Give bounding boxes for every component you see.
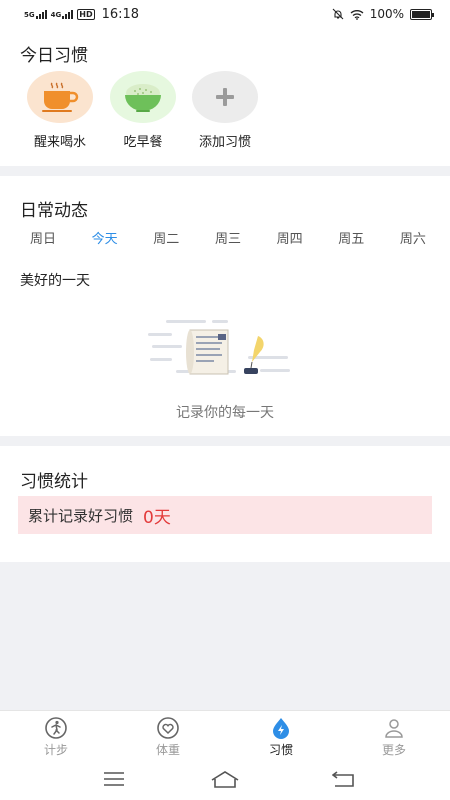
signal-4g: 4G [51,9,74,19]
habit-label: 添加习惯 [198,135,251,150]
cumulative-stat-banner: 累计记录好习惯 0天 [18,496,432,534]
day-tab-thu[interactable]: 周四 [265,228,315,247]
menu-icon[interactable] [103,770,125,788]
tab-weight[interactable]: 体重 [138,717,198,758]
day-tab-wed[interactable]: 周三 [203,228,253,247]
tab-habits[interactable]: 习惯 [251,717,311,758]
hd-badge: HD [77,8,95,20]
habit-item-drink-water[interactable]: 醒来喝水 [18,71,102,150]
today-habits-title: 今日习惯 [20,46,88,66]
day-tab-today[interactable]: 今天 [80,228,130,247]
network-4g-label: 4G [50,11,62,19]
signal-bars-icon [35,9,47,19]
battery-icon [410,8,434,20]
user-icon [385,719,403,738]
tab-steps[interactable]: 计步 [26,717,86,758]
add-habit-button[interactable]: 添加习惯 [183,71,267,150]
habit-icon-circle [110,71,176,123]
habit-item-breakfast[interactable]: 吃早餐 [101,71,185,150]
rice-bowl-icon [125,84,161,112]
empty-state-text: 记录你的每一天 [176,405,274,421]
back-icon[interactable] [332,770,354,788]
week-selector: 周日 今天 周二 周三 周四 周五 周六 [18,228,438,247]
empty-scroll-illustration [148,320,290,375]
heart-icon [157,717,179,739]
habit-icon-circle [27,71,93,123]
tab-label: 计步 [43,743,68,757]
coffee-cup-icon [42,82,79,112]
plus-icon [216,88,234,106]
clock: 16:18 [101,6,140,22]
status-left: 5G 4G HD 16:18 [24,7,139,22]
home-icon[interactable] [210,770,240,788]
habit-label: 吃早餐 [123,135,163,150]
walking-icon [45,717,67,739]
habit-label: 醒来喝水 [33,135,86,150]
network-5g-label: 5G [24,11,35,19]
signal-bars-icon [62,9,74,19]
habit-stats-title: 习惯统计 [20,472,88,492]
signal-5g: 5G [24,9,47,19]
mute-icon [332,8,344,20]
cumulative-stat-value: 0天 [143,507,171,528]
tab-label: 更多 [381,743,406,757]
status-right: 100% [332,7,434,21]
day-tab-fri[interactable]: 周五 [326,228,376,247]
daily-activity-title: 日常动态 [20,201,88,221]
tab-label: 体重 [155,743,180,757]
battery-percent: 100% [369,7,404,21]
day-tab-tue[interactable]: 周二 [141,228,191,247]
day-tab-sun[interactable]: 周日 [18,228,68,247]
status-bar: 5G 4G HD 16:18 100% [0,0,450,28]
drop-bolt-icon [273,718,289,739]
habit-icon-circle [192,71,258,123]
daily-activity-card: 日常动态 周日 今天 周二 周三 周四 周五 周六 美好的一天 记录你的每一天 [0,176,450,436]
cumulative-stat-label: 累计记录好习惯 [28,506,134,525]
wifi-icon [350,9,364,20]
feed-subtitle: 美好的一天 [20,273,90,289]
bottom-tab-bar: 计步 体重 习惯 更多 [0,710,450,760]
system-nav-bar [0,760,450,800]
tab-label: 习惯 [268,743,293,757]
day-tab-sat[interactable]: 周六 [388,228,438,247]
today-habits-card: 今日习惯 醒来喝水 吃早餐 添加习惯 [0,28,450,166]
habit-stats-card: 习惯统计 累计记录好习惯 0天 [0,446,450,562]
tab-more[interactable]: 更多 [364,717,424,758]
